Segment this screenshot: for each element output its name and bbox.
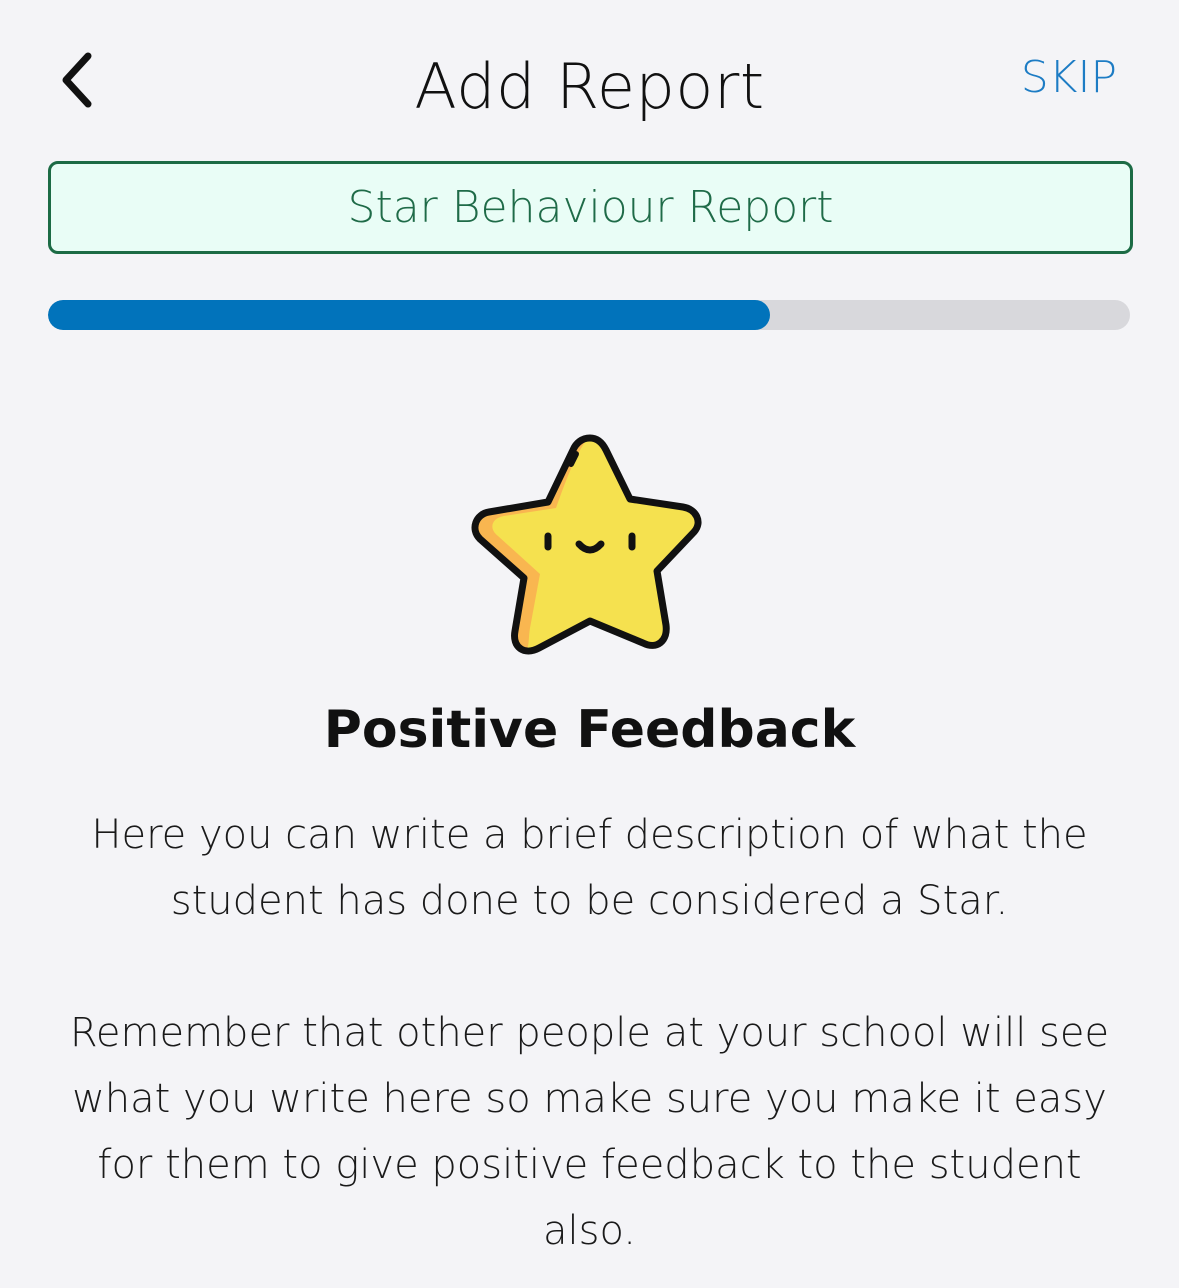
- smiling-star-icon: [471, 434, 702, 655]
- progress-bar: [48, 300, 1130, 330]
- skip-button[interactable]: SKIP: [1021, 52, 1117, 103]
- description-paragraph: Here you can write a brief description o…: [91, 812, 1088, 924]
- page-title: Add Report: [414, 50, 765, 123]
- report-type-banner: Star Behaviour Report: [48, 161, 1133, 254]
- progress-fill: [48, 300, 770, 330]
- reminder-paragraph: Remember that other people at your schoo…: [69, 1010, 1110, 1254]
- header-bar: Add Report SKIP: [0, 0, 1179, 150]
- section-heading: Positive Feedback: [323, 700, 856, 760]
